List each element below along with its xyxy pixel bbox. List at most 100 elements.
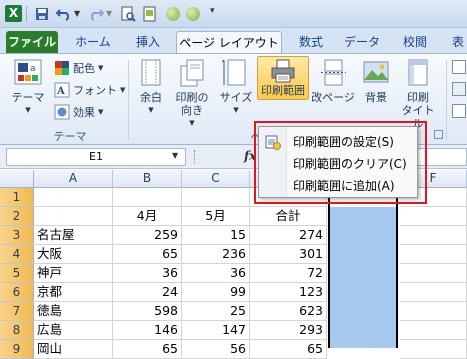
table-cell[interactable]: 56 [182, 340, 250, 359]
effects-button[interactable]: 効果 ▼ [54, 102, 103, 122]
table-cell[interactable]: 259 [113, 226, 182, 245]
row-header[interactable]: 3 [0, 226, 34, 245]
table-cell[interactable]: 99 [182, 283, 250, 302]
column-header-b[interactable]: B [113, 170, 182, 188]
print-preview-icon[interactable] [120, 6, 136, 22]
tab-file[interactable]: ファイル [6, 31, 58, 54]
row-header[interactable]: 1 [0, 188, 34, 207]
green-circle-icon[interactable] [186, 7, 200, 21]
table-cell[interactable] [400, 321, 467, 340]
tab-review[interactable]: 校閲 [394, 31, 436, 54]
table-cell[interactable]: 25 [182, 302, 250, 321]
column-header-c[interactable]: C [182, 170, 250, 188]
table-cell[interactable] [182, 188, 250, 207]
tab-home[interactable]: ホーム [68, 31, 118, 54]
save-icon[interactable] [34, 6, 50, 22]
effects-icon [54, 104, 70, 120]
table-cell[interactable]: 15 [182, 226, 250, 245]
table-cell[interactable]: 合計 [250, 207, 327, 226]
table-cell[interactable]: 36 [113, 264, 182, 283]
size-button[interactable]: サイズ ▼ [218, 58, 254, 117]
name-box[interactable]: E1 [6, 148, 186, 166]
table-cell[interactable]: 301 [250, 245, 327, 264]
table-cell[interactable]: 123 [250, 283, 327, 302]
side-icon[interactable] [452, 104, 466, 118]
row-header[interactable]: 6 [0, 283, 34, 302]
undo-icon[interactable] [56, 6, 72, 22]
row-header[interactable]: 4 [0, 245, 34, 264]
table-cell[interactable]: 293 [250, 321, 327, 340]
table-cell[interactable]: 598 [113, 302, 182, 321]
side-icon[interactable] [452, 82, 466, 96]
themes-label: テーマ [11, 91, 45, 104]
table-cell[interactable]: 65 [113, 245, 182, 264]
row-header[interactable]: 2 [0, 207, 34, 226]
table-cell[interactable]: 623 [250, 302, 327, 321]
table-cell[interactable]: 146 [113, 321, 182, 340]
row-header[interactable]: 7 [0, 302, 34, 321]
table-cell[interactable]: 24 [113, 283, 182, 302]
orientation-label-line2: 向き [181, 104, 203, 117]
tab-insert[interactable]: 挿入 [128, 31, 168, 54]
breaks-button[interactable]: 改ページ [311, 58, 355, 104]
table-cell[interactable] [400, 245, 467, 264]
colors-button[interactable]: 配色 ▼ [54, 58, 103, 78]
tab-view[interactable]: 表 [448, 31, 467, 54]
redo-dropdown-icon[interactable]: ▼ [106, 9, 112, 18]
table-cell[interactable]: 岡山 [34, 340, 113, 359]
green-circle-icon[interactable] [166, 7, 180, 21]
row-header[interactable]: 5 [0, 264, 34, 283]
tab-formulas[interactable]: 数式 [290, 31, 332, 54]
table-cell[interactable] [400, 302, 467, 321]
row-header[interactable]: 8 [0, 321, 34, 340]
table-cell[interactable]: 65 [250, 340, 327, 359]
table-cell[interactable]: 147 [182, 321, 250, 340]
table-cell[interactable] [34, 188, 113, 207]
tab-data[interactable]: データ [340, 31, 384, 54]
row-header[interactable]: 9 [0, 340, 34, 359]
table-cell[interactable]: 京都 [34, 283, 113, 302]
table-cell[interactable]: 4月 [113, 207, 182, 226]
themes-button[interactable]: a テーマ ▼ [8, 58, 48, 117]
excel-app-icon[interactable]: X [5, 5, 22, 22]
column-header-a[interactable]: A [34, 170, 113, 188]
table-cell[interactable]: 36 [182, 264, 250, 283]
table-cell[interactable]: 大阪 [34, 245, 113, 264]
table-cell[interactable]: 236 [182, 245, 250, 264]
title-bar: X ▼ ▼ ▾ [0, 0, 467, 28]
table-cell[interactable] [400, 340, 467, 359]
table-cell[interactable]: 274 [250, 226, 327, 245]
table-cell[interactable] [400, 207, 467, 226]
background-button[interactable]: 背景 [360, 58, 392, 104]
table-cell[interactable]: 72 [250, 264, 327, 283]
table-cell[interactable] [400, 264, 467, 283]
background-label: 背景 [365, 91, 387, 104]
redo-icon[interactable] [88, 6, 104, 22]
chevron-down-icon[interactable]: ▼ [172, 151, 178, 160]
fonts-button[interactable]: A フォント ▼ [54, 80, 125, 100]
table-cell[interactable]: 徳島 [34, 302, 113, 321]
print-area-button[interactable]: 印刷範囲 [257, 56, 309, 100]
tab-page-layout[interactable]: ページ レイアウト [176, 31, 282, 54]
formula-divider [194, 150, 196, 164]
print-titles-button[interactable]: 印刷 タイトル [398, 58, 438, 130]
table-cell[interactable]: 名古屋 [34, 226, 113, 245]
table-cell[interactable] [113, 188, 182, 207]
table-cell[interactable]: 65 [113, 340, 182, 359]
table-cell[interactable] [400, 226, 467, 245]
side-icon[interactable] [452, 60, 466, 74]
margins-button[interactable]: 余白 ▼ [134, 58, 168, 117]
table-cell[interactable] [34, 207, 113, 226]
orientation-button[interactable]: 印刷の 向き ▼ [172, 58, 212, 130]
table-cell[interactable] [400, 283, 467, 302]
selected-column-e[interactable] [328, 188, 398, 348]
select-all-corner[interactable] [0, 170, 34, 188]
undo-dropdown-icon[interactable]: ▼ [74, 9, 80, 18]
customize-quick-access-icon[interactable]: ▾ [210, 6, 215, 16]
dialog-launcher-icon[interactable] [434, 130, 443, 139]
table-cell[interactable]: 5月 [182, 207, 250, 226]
page-setup-icon[interactable] [142, 6, 158, 22]
table-cell[interactable]: 広島 [34, 321, 113, 340]
chevron-down-icon: ▼ [98, 64, 104, 72]
table-cell[interactable]: 神戸 [34, 264, 113, 283]
